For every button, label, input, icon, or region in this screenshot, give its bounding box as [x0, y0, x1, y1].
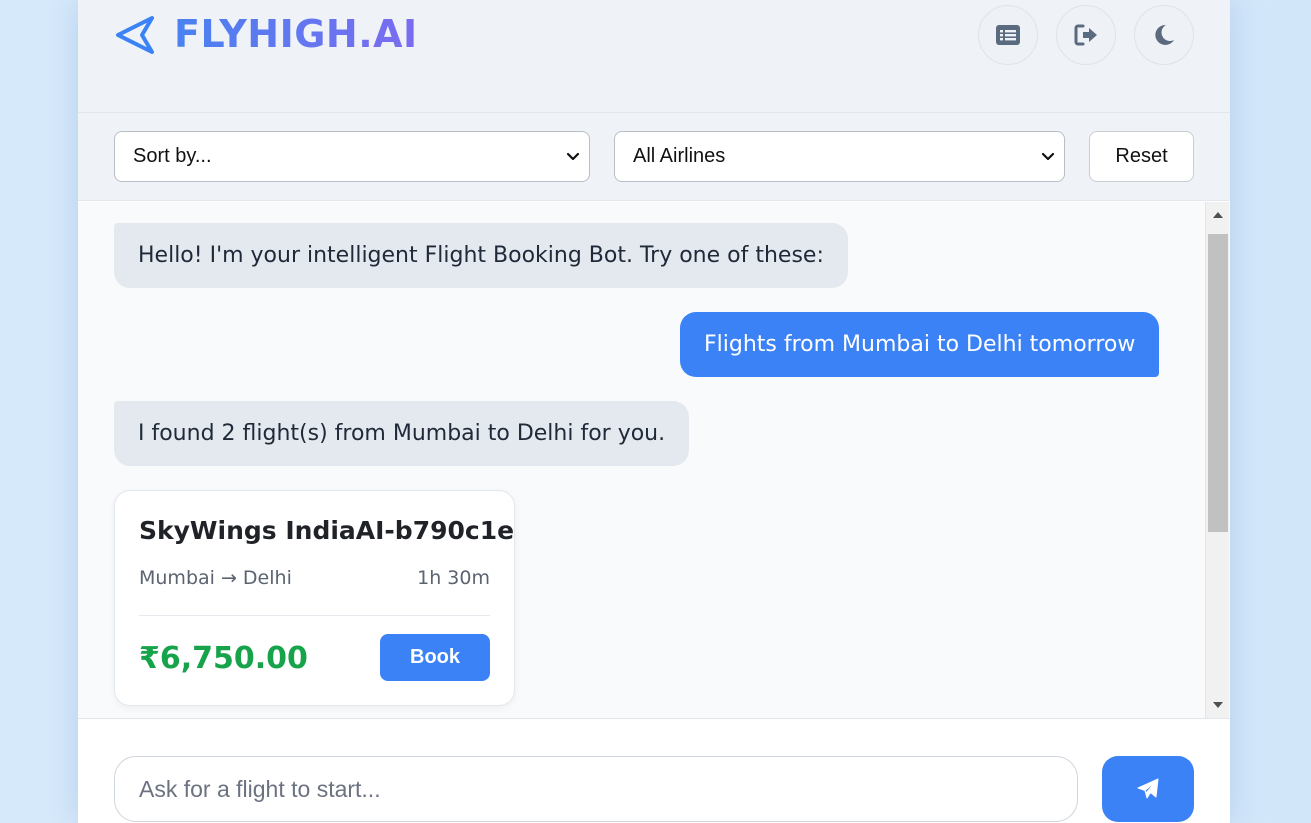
- sort-select-value: Sort by...: [133, 145, 212, 167]
- chat-app-window: FLYHIGH.AI Sort by... All Airlines Reset…: [78, 0, 1230, 823]
- flight-route: Mumbai → Delhi: [139, 567, 292, 589]
- app-logo-text: FLYHIGH.AI: [174, 12, 418, 56]
- theme-toggle-button[interactable]: [1134, 5, 1194, 65]
- send-button[interactable]: [1102, 756, 1194, 822]
- filter-bar: Sort by... All Airlines Reset: [78, 113, 1230, 201]
- scroll-down-arrow-icon[interactable]: [1212, 700, 1224, 710]
- history-button[interactable]: [978, 5, 1038, 65]
- sort-select[interactable]: Sort by...: [114, 131, 590, 182]
- reset-button[interactable]: Reset: [1089, 131, 1194, 182]
- bot-message: Hello! I'm your intelligent Flight Booki…: [114, 223, 848, 288]
- chevron-down-icon: [566, 152, 580, 161]
- scrollbar-thumb[interactable]: [1208, 234, 1228, 532]
- airline-select[interactable]: All Airlines: [614, 131, 1065, 182]
- message-input-bar: [78, 718, 1230, 823]
- flight-duration: 1h 30m: [417, 567, 490, 589]
- flight-card: SkyWings IndiaAI-b790c1e Mumbai → Delhi …: [114, 490, 515, 706]
- chevron-down-icon: [1041, 152, 1055, 161]
- chat-messages: Hello! I'm your intelligent Flight Booki…: [78, 202, 1230, 718]
- logout-button[interactable]: [1056, 5, 1116, 65]
- paper-plane-logo-icon: [116, 16, 154, 54]
- sign-out-icon: [1074, 24, 1097, 46]
- book-button[interactable]: Book: [380, 634, 490, 681]
- airline-select-value: All Airlines: [633, 145, 726, 167]
- chat-scrollbar[interactable]: [1205, 202, 1229, 718]
- app-header: FLYHIGH.AI: [78, 0, 1230, 113]
- user-message: Flights from Mumbai to Delhi tomorrow: [680, 312, 1160, 377]
- flight-price: ₹6,750.00: [139, 641, 308, 676]
- flight-title: SkyWings IndiaAI-b790c1e: [139, 516, 515, 545]
- card-divider: [139, 615, 490, 616]
- moon-icon: [1155, 24, 1174, 45]
- bot-message: I found 2 flight(s) from Mumbai to Delhi…: [114, 401, 690, 466]
- message-input[interactable]: [114, 756, 1078, 822]
- scroll-up-arrow-icon[interactable]: [1212, 210, 1224, 220]
- list-icon: [996, 25, 1020, 45]
- paper-plane-send-icon: [1137, 778, 1159, 799]
